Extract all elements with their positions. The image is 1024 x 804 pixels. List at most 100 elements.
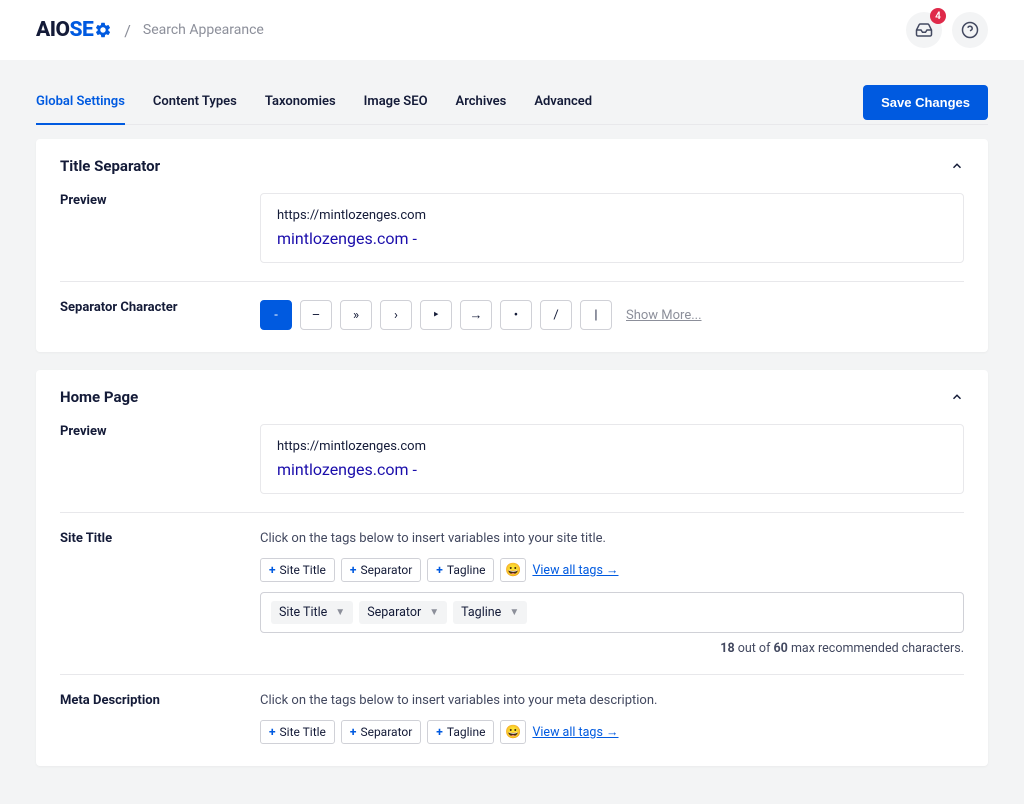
notifications-button[interactable]: 4 — [906, 12, 942, 48]
separator-option[interactable]: | — [580, 300, 612, 330]
meta-description-row: Meta Description Click on the tags below… — [60, 674, 964, 744]
preview-row: Preview https://mintlozenges.com mintloz… — [60, 193, 964, 281]
help-icon — [961, 21, 979, 39]
preview-title: mintlozenges.com - — [277, 460, 947, 479]
chip-site-title[interactable]: Site Title ▼ — [271, 601, 353, 624]
tab-taxonomies[interactable]: Taxonomies — [265, 80, 336, 125]
preview-row: Preview https://mintlozenges.com mintloz… — [60, 424, 964, 512]
tag-separator[interactable]: +Separator — [341, 558, 421, 582]
plus-icon: + — [350, 563, 357, 577]
header-left: AIOSE / Search Appearance — [36, 18, 264, 42]
meta-description-content: Click on the tags below to insert variab… — [260, 693, 964, 744]
site-title-label: Site Title — [60, 531, 260, 656]
chip-label: Site Title — [279, 605, 327, 620]
chip-tagline[interactable]: Tagline▼ — [453, 601, 527, 624]
preview-box: https://mintlozenges.com mintlozenges.co… — [260, 193, 964, 263]
separator-option[interactable]: ‣ — [420, 300, 452, 330]
tabs: Global Settings Content Types Taxonomies… — [36, 80, 592, 124]
separator-buttons: - – » › ‣ → • / | Show More... — [260, 300, 964, 330]
emoji-button[interactable]: 😀 — [500, 720, 526, 744]
separator-content: - – » › ‣ → • / | Show More... — [260, 300, 964, 330]
home-page-card: Home Page Preview https://mintlozenges.c… — [36, 370, 988, 766]
card-body: Preview https://mintlozenges.com mintloz… — [36, 193, 988, 352]
tag-row: + Site Title +Separator +Tagline 😀 View a… — [260, 720, 964, 744]
separator-label: Separator Character — [60, 300, 260, 330]
site-title-input[interactable]: Site Title ▼ Separator ▼ Tagline▼ — [260, 592, 964, 633]
separator-option[interactable]: » — [340, 300, 372, 330]
plus-icon: + — [436, 725, 443, 739]
tag-tagline[interactable]: +Tagline — [427, 720, 494, 744]
tag-label: Separator — [360, 563, 412, 577]
tag-label: Site Title — [280, 563, 326, 577]
inbox-icon — [915, 21, 933, 39]
counter-mid: out of — [735, 641, 774, 656]
character-counter: 18 out of 60 max recommended characters. — [260, 641, 964, 656]
separator-option[interactable]: / — [540, 300, 572, 330]
card-title: Home Page — [60, 388, 138, 406]
view-all-tags-link[interactable]: View all tags → — [532, 725, 618, 740]
preview-content: https://mintlozenges.com mintlozenges.co… — [260, 193, 964, 263]
help-button[interactable] — [952, 12, 988, 48]
view-all-tags-link[interactable]: View all tags → — [532, 563, 618, 578]
card-title: Title Separator — [60, 157, 160, 175]
tag-separator[interactable]: +Separator — [341, 720, 421, 744]
chip-label: Tagline — [461, 605, 501, 620]
card-body: Preview https://mintlozenges.com mintloz… — [36, 424, 988, 766]
meta-description-label: Meta Description — [60, 693, 260, 744]
emoji-button[interactable]: 😀 — [500, 558, 526, 582]
tab-image-seo[interactable]: Image SEO — [364, 80, 428, 125]
preview-url: https://mintlozenges.com — [277, 439, 947, 454]
separator-option[interactable]: → — [460, 300, 492, 330]
gear-icon — [94, 21, 112, 39]
preview-url: https://mintlozenges.com — [277, 208, 947, 223]
counter-current: 18 — [720, 641, 734, 656]
tag-site-title[interactable]: + Site Title — [260, 558, 335, 582]
preview-content: https://mintlozenges.com mintlozenges.co… — [260, 424, 964, 494]
tag-row: +Site Title +Separator +Tagline 😀 View a… — [260, 558, 964, 582]
tab-archives[interactable]: Archives — [456, 80, 507, 125]
preview-label: Preview — [60, 424, 260, 494]
tab-content-types[interactable]: Content Types — [153, 80, 237, 125]
preview-title: mintlozenges.com - — [277, 229, 947, 248]
title-separator-header[interactable]: Title Separator — [36, 139, 988, 193]
tab-advanced[interactable]: Advanced — [534, 80, 592, 125]
chevron-down-icon: ▼ — [335, 607, 345, 618]
plus-icon: + — [350, 725, 357, 739]
save-button[interactable]: Save Changes — [863, 85, 988, 120]
tag-label: Tagline — [447, 563, 486, 577]
chip-label: Separator — [367, 605, 421, 620]
meta-description-help: Click on the tags below to insert variab… — [260, 693, 964, 708]
show-more-link[interactable]: Show More... — [626, 308, 702, 323]
counter-max: 60 — [774, 641, 788, 656]
tag-label: Site Title — [280, 725, 326, 739]
plus-icon: + — [269, 563, 276, 577]
preview-label: Preview — [60, 193, 260, 263]
chip-separator[interactable]: Separator ▼ — [359, 601, 447, 624]
tag-tagline[interactable]: + Tagline — [427, 558, 494, 582]
plus-icon: + — [436, 563, 443, 577]
header-right: 4 — [906, 12, 988, 48]
tabs-row: Global Settings Content Types Taxonomies… — [36, 80, 988, 125]
plus-icon: + — [269, 725, 276, 739]
separator-option[interactable]: • — [500, 300, 532, 330]
preview-box: https://mintlozenges.com mintlozenges.co… — [260, 424, 964, 494]
breadcrumb-text: Search Appearance — [143, 22, 264, 38]
chevron-up-icon — [950, 159, 964, 173]
logo[interactable]: AIOSE — [36, 18, 112, 42]
chevron-down-icon: ▼ — [429, 607, 439, 618]
separator-option[interactable]: – — [300, 300, 332, 330]
separator-option[interactable]: - — [260, 300, 292, 330]
breadcrumb-separator: / — [124, 21, 131, 40]
header-bar: AIOSE / Search Appearance 4 — [0, 0, 1024, 60]
home-page-header[interactable]: Home Page — [36, 370, 988, 424]
title-separator-card: Title Separator Preview https://mintloze… — [36, 139, 988, 352]
chevron-up-icon — [950, 390, 964, 404]
logo-text-seo: SE — [69, 18, 93, 42]
tag-site-title[interactable]: + Site Title — [260, 720, 335, 744]
site-title-row: Site Title Click on the tags below to in… — [60, 512, 964, 674]
site-title-help: Click on the tags below to insert variab… — [260, 531, 964, 546]
separator-option[interactable]: › — [380, 300, 412, 330]
notification-badge: 4 — [930, 8, 946, 24]
site-title-content: Click on the tags below to insert variab… — [260, 531, 964, 656]
tab-global-settings[interactable]: Global Settings — [36, 80, 125, 125]
